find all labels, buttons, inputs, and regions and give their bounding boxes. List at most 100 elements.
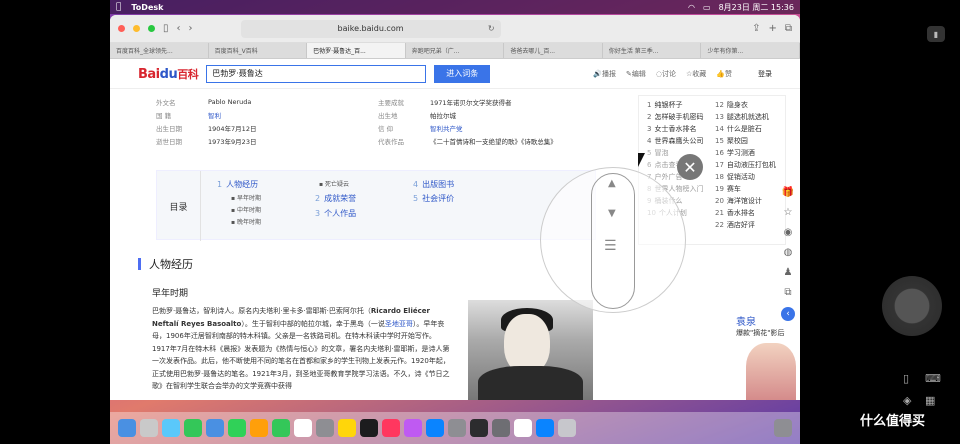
celebrity-ad[interactable]: 袁泉 爆款"摘花"影后 [736, 313, 800, 400]
hot-item[interactable]: 21 香水排名 [715, 208, 755, 218]
calendar-icon[interactable] [294, 419, 312, 437]
launchpad-icon[interactable] [140, 419, 158, 437]
info-value-link[interactable]: 智利共产党 [430, 123, 600, 133]
menu-lines-icon[interactable]: ☰ [604, 238, 617, 254]
apple-icon[interactable]:  [116, 2, 121, 12]
back-icon[interactable]: ‹ [177, 23, 181, 34]
facetime-icon[interactable] [272, 419, 290, 437]
virtual-joystick-button[interactable] [882, 276, 942, 336]
hot-item[interactable]: 12 隐身衣 [715, 100, 748, 110]
app-store-icon[interactable] [426, 419, 444, 437]
trash-icon[interactable] [774, 419, 792, 437]
forward-icon[interactable]: › [189, 23, 193, 34]
preview-icon[interactable] [558, 419, 576, 437]
tab-item-active[interactable]: 巴勃罗·聂鲁达_百... [307, 43, 406, 58]
toc-subitem[interactable]: ▪ 死亡疑云 [319, 179, 349, 188]
todesk-icon[interactable] [536, 419, 554, 437]
action-like[interactable]: 👍赞 [716, 69, 732, 79]
hot-item[interactable]: 20 海洋馆设计 [715, 196, 762, 206]
minimize-window-icon[interactable] [133, 25, 140, 32]
hot-item[interactable]: 15 聚校园 [715, 136, 748, 146]
contacts-icon[interactable] [316, 419, 334, 437]
baike-search-input[interactable]: 巴勃罗·聂鲁达 [206, 64, 427, 83]
gift-icon[interactable]: 🎁 [782, 187, 794, 198]
battery-icon[interactable]: ▭ [703, 3, 711, 12]
maps-icon[interactable] [228, 419, 246, 437]
enter-entry-button[interactable]: 进入词条 [434, 64, 491, 83]
baidu-baike-logo[interactable]: Baidu百科 [138, 66, 199, 82]
toc-item-5[interactable]: 5 社会评价 [413, 193, 454, 204]
action-broadcast[interactable]: 🔊播报 [593, 69, 616, 79]
hot-item[interactable]: 13 腿选机就选机 [715, 112, 769, 122]
action-favorite[interactable]: ☆收藏 [686, 69, 706, 79]
hot-item[interactable]: 18 促销活动 [715, 172, 755, 182]
tab-overview-icon[interactable]: ⧉ [785, 23, 792, 34]
scroll-down-icon[interactable]: ▼ [608, 208, 616, 219]
sidebar-toggle-icon[interactable]: ▯ [163, 23, 169, 34]
star-icon[interactable]: ☆ [784, 207, 793, 218]
layers-icon[interactable]: ◈ [903, 394, 911, 407]
close-controller-icon[interactable]: ✕ [677, 154, 703, 180]
toc-item-1[interactable]: 1 人物经历 [217, 179, 258, 190]
terminal-icon[interactable] [470, 419, 488, 437]
copy-icon[interactable]: ⧉ [784, 287, 791, 298]
activity-icon[interactable] [492, 419, 510, 437]
tab-item[interactable]: 百度百科_全球领先... [110, 43, 209, 58]
mail-icon[interactable] [206, 419, 224, 437]
hot-item[interactable]: 3 女士香水排名 [647, 124, 696, 134]
hot-item[interactable]: 5 冒泡 [647, 148, 668, 158]
toc-item-4[interactable]: 4 出版图书 [413, 179, 454, 190]
word-icon[interactable] [514, 419, 532, 437]
toc-item-2[interactable]: 2 成就荣誉 [315, 193, 356, 204]
safari-icon[interactable] [162, 419, 180, 437]
menubar-app-name[interactable]: ToDesk [131, 3, 163, 12]
menubar-datetime[interactable]: 8月23日 周二 15:36 [719, 2, 794, 13]
wechat-icon[interactable]: ◍ [784, 247, 793, 258]
settings-icon[interactable] [448, 419, 466, 437]
tab-item[interactable]: 奔跑吧兄弟（广... [406, 43, 505, 58]
tab-item[interactable]: 少年有你第... [701, 43, 800, 58]
hot-item[interactable]: 1 纯银杯子 [647, 100, 682, 110]
qq-icon[interactable]: ♟ [784, 267, 793, 278]
toc-subitem[interactable]: ▪ 晚年时期 [231, 217, 261, 226]
tab-item[interactable]: 爸爸去哪儿_百... [504, 43, 603, 58]
wifi-icon[interactable]: ◠ [688, 3, 695, 12]
address-bar[interactable]: baike.baidu.com ↻ [240, 19, 501, 38]
login-link[interactable]: 登录 [758, 69, 772, 79]
toc-subitem[interactable]: ▪ 早年时期 [231, 193, 261, 202]
tab-item[interactable]: 百度百科_V百科 [209, 43, 308, 58]
para-link[interactable]: 圣地亚哥 [385, 320, 413, 328]
new-tab-icon[interactable]: + [768, 23, 776, 34]
hot-item[interactable]: 16 学习测酒 [715, 148, 755, 158]
close-window-icon[interactable] [118, 25, 125, 32]
toc-subitem[interactable]: ▪ 中年时期 [231, 205, 261, 214]
share-icon[interactable]: ⇪ [752, 23, 760, 34]
action-discuss[interactable]: ◌讨论 [656, 69, 676, 79]
mouse-icon[interactable]: ▯ [903, 372, 909, 385]
tab-item[interactable]: 你好生活 第三季... [603, 43, 702, 58]
zoom-window-icon[interactable] [148, 25, 155, 32]
reload-icon[interactable]: ↻ [488, 24, 495, 33]
toc-item-3[interactable]: 3 个人作品 [315, 208, 356, 219]
hot-item[interactable]: 17 自动液压打包机 [715, 160, 776, 170]
hot-item[interactable]: 4 世界森鹰头公司 [647, 136, 703, 146]
remote-mouse-controller[interactable]: ▲ ▼ ☰ [540, 167, 686, 313]
hot-item[interactable]: 22 酒店好评 [715, 220, 755, 230]
portrait-image[interactable] [468, 300, 593, 400]
keyboard-icon[interactable]: ⌨ [925, 372, 941, 385]
photos-icon[interactable] [250, 419, 268, 437]
tv-icon[interactable] [360, 419, 378, 437]
music-icon[interactable] [382, 419, 400, 437]
podcasts-icon[interactable] [404, 419, 422, 437]
hot-item[interactable]: 19 赛车 [715, 184, 741, 194]
hot-item[interactable]: 2 怎样破手机密码 [647, 112, 703, 122]
messages-icon[interactable] [184, 419, 202, 437]
hot-item[interactable]: 14 什么是脏石 [715, 124, 762, 134]
info-value-link[interactable]: 智利 [208, 110, 378, 120]
scroll-up-icon[interactable]: ▲ [608, 178, 616, 189]
grid-icon[interactable]: ▦ [925, 394, 935, 407]
finder-icon[interactable] [118, 419, 136, 437]
action-edit[interactable]: ✎编辑 [626, 69, 646, 79]
signal-bars-icon[interactable]: ▮ [927, 26, 945, 42]
weibo-icon[interactable]: ◉ [784, 227, 793, 238]
